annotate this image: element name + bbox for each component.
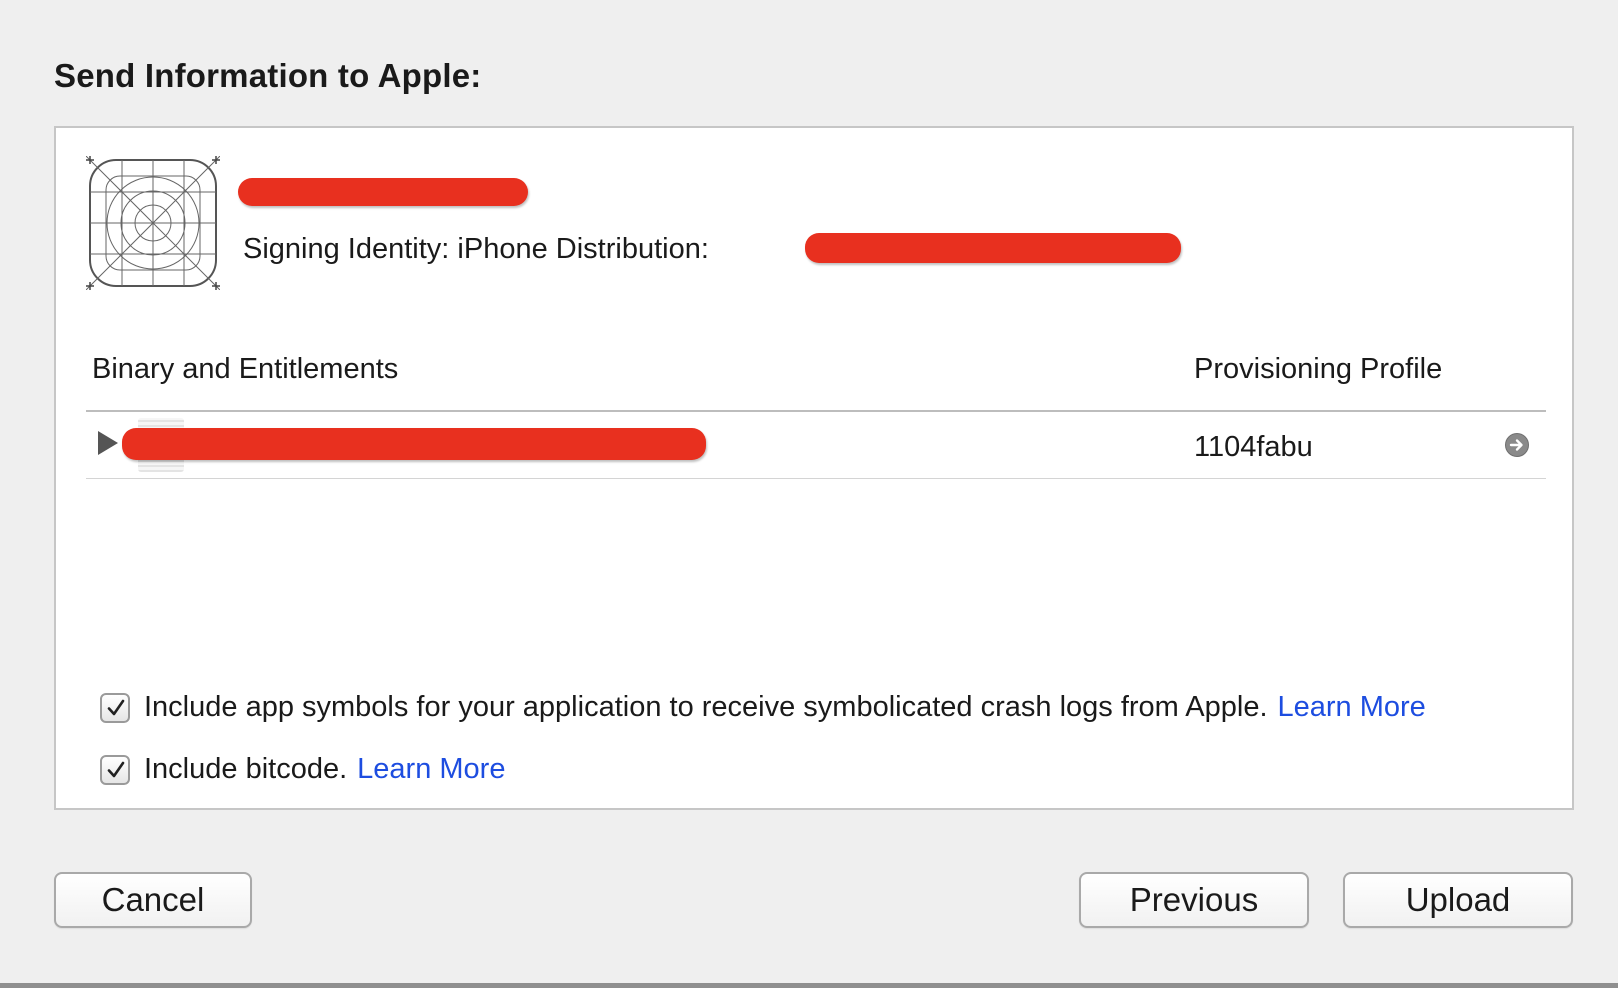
signing-identity-redaction bbox=[805, 233, 1181, 263]
previous-button[interactable]: Previous bbox=[1079, 872, 1309, 928]
app-icon bbox=[86, 156, 220, 290]
include-bitcode-option: Include bitcode. Learn More bbox=[100, 753, 505, 786]
include-app-symbols-checkbox[interactable] bbox=[100, 692, 130, 723]
signing-identity: Signing Identity: iPhone Distribution: bbox=[243, 233, 709, 265]
column-header-binary: Binary and Entitlements bbox=[92, 353, 399, 385]
summary-panel: Signing Identity: iPhone Distribution: B… bbox=[54, 126, 1574, 810]
dialog-title: Send Information to Apple: bbox=[54, 57, 482, 94]
app-name-redaction bbox=[238, 178, 528, 206]
disclosure-triangle-icon[interactable] bbox=[98, 431, 118, 455]
checkmark-icon bbox=[107, 699, 125, 715]
arrow-circle-right-icon[interactable] bbox=[1504, 432, 1530, 458]
cancel-button[interactable]: Cancel bbox=[54, 872, 252, 928]
upload-button[interactable]: Upload bbox=[1343, 872, 1573, 928]
include-bitcode-label: Include bitcode. bbox=[144, 753, 348, 785]
checkmark-icon bbox=[107, 761, 125, 777]
bitcode-learn-more-link[interactable]: Learn More bbox=[357, 753, 505, 786]
table-header-divider bbox=[86, 410, 1546, 412]
app-symbols-learn-more-link[interactable]: Learn More bbox=[1278, 691, 1426, 724]
column-header-provisioning-profile: Provisioning Profile bbox=[1194, 353, 1443, 385]
include-app-symbols-option: Include app symbols for your application… bbox=[100, 691, 1426, 724]
window-bottom-edge bbox=[0, 983, 1618, 988]
include-bitcode-checkbox[interactable] bbox=[100, 754, 130, 785]
binary-name-redaction bbox=[122, 428, 706, 460]
table-row-divider bbox=[86, 478, 1546, 479]
include-app-symbols-label: Include app symbols for your application… bbox=[144, 691, 1268, 723]
provisioning-profile-value: 1104fabu bbox=[1194, 431, 1313, 463]
